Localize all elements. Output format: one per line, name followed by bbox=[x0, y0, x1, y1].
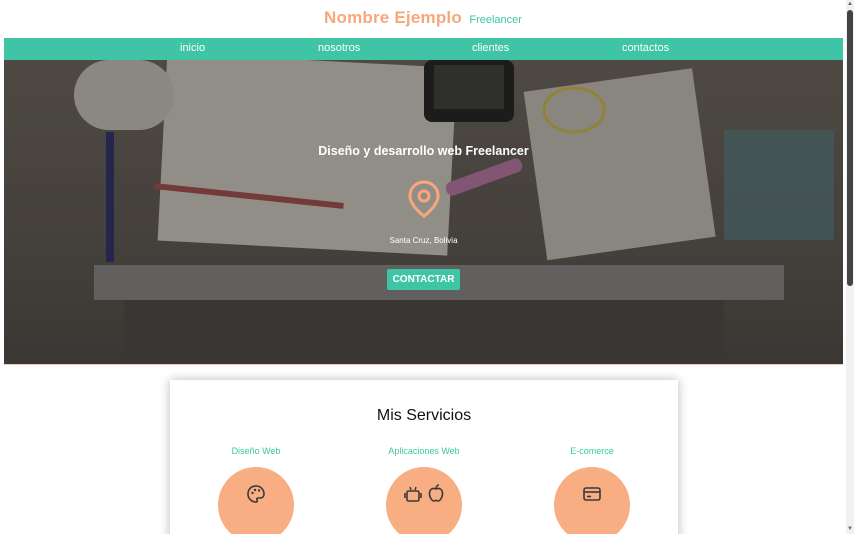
services-title: Mis Servicios bbox=[376, 407, 472, 424]
brand-name[interactable]: Nombre Ejemplo bbox=[324, 8, 462, 27]
page: Nombre Ejemplo Freelancer inicio nosotro… bbox=[0, 0, 846, 534]
service-label[interactable]: E-comerce bbox=[522, 446, 662, 456]
contact-button[interactable]: CONTACTAR bbox=[387, 269, 460, 290]
site-brand[interactable]: Nombre Ejemplo Freelancer bbox=[0, 8, 846, 28]
scroll-up-arrow-icon[interactable]: ▲ bbox=[847, 1, 853, 7]
credit-card-icon bbox=[583, 487, 601, 501]
service-icon-circle bbox=[554, 467, 630, 534]
service-label[interactable]: Diseño Web bbox=[186, 446, 326, 456]
hero-banner: Diseño y desarrollo web Freelancer Santa… bbox=[4, 60, 843, 365]
services-card: Mis Servicios Diseño Web Aplicaciones We… bbox=[170, 380, 678, 534]
service-item[interactable]: Diseño Web bbox=[186, 446, 326, 456]
service-item[interactable]: E-comerce bbox=[522, 446, 662, 456]
scrollbar-thumb[interactable] bbox=[847, 10, 853, 286]
service-item[interactable]: Aplicaciones Web bbox=[354, 446, 494, 456]
service-icon-circle bbox=[386, 467, 462, 534]
nav-item-inicio[interactable]: inicio bbox=[180, 42, 205, 54]
vertical-scrollbar[interactable]: ▲ ▼ bbox=[846, 0, 854, 534]
nav-item-nosotros[interactable]: nosotros bbox=[318, 42, 360, 54]
main-nav: inicio nosotros clientes contactos bbox=[4, 38, 843, 60]
service-icon-circle bbox=[218, 467, 294, 534]
palette-icon bbox=[247, 485, 265, 503]
hero-location: Santa Cruz, Bolivia bbox=[389, 236, 458, 245]
android-icon bbox=[404, 486, 422, 502]
apple-icon bbox=[428, 484, 444, 502]
service-label[interactable]: Aplicaciones Web bbox=[354, 446, 494, 456]
brand-subtitle: Freelancer bbox=[469, 14, 522, 26]
nav-item-clientes[interactable]: clientes bbox=[472, 42, 509, 54]
scroll-down-arrow-icon[interactable]: ▼ bbox=[847, 526, 853, 532]
hero-title: Diseño y desarrollo web Freelancer bbox=[318, 144, 529, 158]
nav-item-contactos[interactable]: contactos bbox=[622, 42, 669, 54]
location-pin-icon bbox=[408, 180, 440, 218]
